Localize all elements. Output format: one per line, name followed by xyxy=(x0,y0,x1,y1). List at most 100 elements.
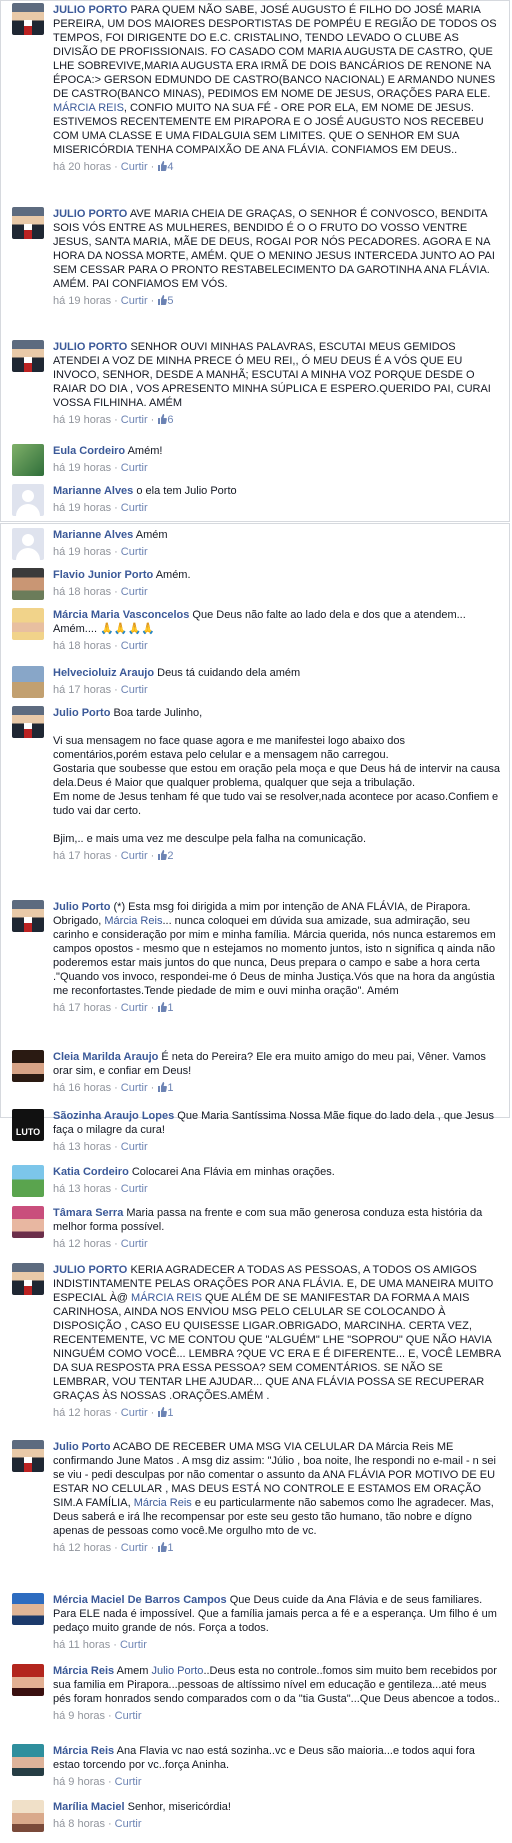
mention-link[interactable]: Julio Porto xyxy=(151,1665,203,1677)
like-button[interactable]: Curtir xyxy=(121,1183,148,1195)
comment-meta: há 12 horas · Curtir xyxy=(53,1238,148,1250)
comment-time[interactable]: há 19 horas xyxy=(53,546,111,558)
comment-author[interactable]: Katia Cordeiro xyxy=(53,1166,129,1178)
like-count[interactable]: 1 xyxy=(157,1002,173,1014)
comment-time[interactable]: há 19 horas xyxy=(53,502,111,514)
like-button[interactable]: Curtir xyxy=(121,1082,148,1094)
like-button[interactable]: Curtir xyxy=(115,1776,142,1788)
like-button[interactable]: Curtir xyxy=(121,502,148,514)
like-button[interactable]: Curtir xyxy=(115,1710,142,1722)
comment-author[interactable]: Julio Porto xyxy=(53,4,127,16)
like-button[interactable]: Curtir xyxy=(121,295,148,307)
comment-time[interactable]: há 19 horas xyxy=(53,414,111,426)
comment-author[interactable]: Marianne Alves xyxy=(53,485,133,497)
comment-author[interactable]: Márcia Reis xyxy=(53,1665,114,1677)
avatar[interactable] xyxy=(12,1593,44,1625)
comment-author[interactable]: Julio Porto xyxy=(53,707,110,719)
like-count[interactable]: 2 xyxy=(157,850,173,862)
like-count[interactable]: 4 xyxy=(157,161,173,173)
comment-author[interactable]: Julio Porto xyxy=(53,901,110,913)
avatar[interactable] xyxy=(12,900,44,932)
like-button[interactable]: Curtir xyxy=(121,161,148,173)
comment-time[interactable]: há 18 horas xyxy=(53,586,111,598)
comment-time[interactable]: há 16 horas xyxy=(53,1082,111,1094)
comment-time[interactable]: há 11 horas xyxy=(53,1639,110,1651)
comment-author[interactable]: Márcia Maria Vasconcelos xyxy=(53,609,189,621)
like-button[interactable]: Curtir xyxy=(121,1238,148,1250)
comment-author[interactable]: Tâmara Serra xyxy=(53,1207,123,1219)
like-button[interactable]: Curtir xyxy=(121,586,148,598)
avatar[interactable] xyxy=(12,1206,44,1238)
mention-link[interactable]: Márcia Reis xyxy=(131,1292,202,1304)
avatar[interactable] xyxy=(12,444,44,476)
comment-time[interactable]: há 17 horas xyxy=(53,1002,111,1014)
comment-time[interactable]: há 19 horas xyxy=(53,462,111,474)
comment-time[interactable]: há 12 horas xyxy=(53,1407,111,1419)
like-button[interactable]: Curtir xyxy=(121,1141,148,1153)
avatar[interactable] xyxy=(12,528,44,560)
comment-time[interactable]: há 20 horas xyxy=(53,161,111,173)
like-count[interactable]: 1 xyxy=(157,1407,173,1419)
avatar[interactable] xyxy=(12,1800,44,1832)
like-button[interactable]: Curtir xyxy=(120,1639,147,1651)
avatar[interactable] xyxy=(12,1263,44,1295)
like-count[interactable]: 1 xyxy=(157,1082,173,1094)
like-count[interactable]: 6 xyxy=(157,414,173,426)
avatar[interactable] xyxy=(12,1165,44,1197)
mention-link[interactable]: Márcia Reis xyxy=(134,1497,192,1509)
comment-author[interactable]: Cleia Marilda Araujo xyxy=(53,1051,158,1063)
comment-author[interactable]: Eula Cordeiro xyxy=(53,445,125,457)
avatar[interactable] xyxy=(12,1440,44,1472)
like-button[interactable]: Curtir xyxy=(121,850,148,862)
comment-author[interactable]: Marianne Alves xyxy=(53,529,133,541)
comment-author[interactable]: Marília Maciel xyxy=(53,1801,125,1813)
avatar[interactable] xyxy=(12,1664,44,1696)
comment: Mércia Maciel De Barros Campos Que Deus … xyxy=(8,1593,502,1652)
like-button[interactable]: Curtir xyxy=(121,640,148,652)
comment-time[interactable]: há 17 horas xyxy=(53,684,111,696)
comment-time[interactable]: há 9 horas xyxy=(53,1776,105,1788)
avatar[interactable] xyxy=(12,608,44,640)
comment-author[interactable]: Flavio Junior Porto xyxy=(53,569,153,581)
mention-link[interactable]: Márcia Reis xyxy=(104,915,162,927)
comment-time[interactable]: há 13 horas xyxy=(53,1183,111,1195)
comment-time[interactable]: há 12 horas xyxy=(53,1542,111,1554)
like-button[interactable]: Curtir xyxy=(121,546,148,558)
comment-time[interactable]: há 12 horas xyxy=(53,1238,111,1250)
like-button[interactable]: Curtir xyxy=(121,1407,148,1419)
comment-author[interactable]: Helvecioluiz Araujo xyxy=(53,667,154,679)
avatar[interactable] xyxy=(12,207,44,239)
comment-author[interactable]: Mércia Maciel De Barros Campos xyxy=(53,1594,227,1606)
like-button[interactable]: Curtir xyxy=(121,462,148,474)
like-button[interactable]: Curtir xyxy=(121,684,148,696)
thumbs-up-icon xyxy=(157,850,168,860)
comment-author[interactable]: Julio Porto xyxy=(53,341,127,353)
like-button[interactable]: Curtir xyxy=(121,1002,148,1014)
comment-time[interactable]: há 8 horas xyxy=(53,1818,105,1830)
avatar[interactable] xyxy=(12,568,44,600)
avatar[interactable] xyxy=(12,340,44,372)
comment-time[interactable]: há 13 horas xyxy=(53,1141,111,1153)
comment-author[interactable]: Julio Porto xyxy=(53,1441,110,1453)
comment-author[interactable]: Julio Porto xyxy=(53,1264,127,1276)
avatar[interactable] xyxy=(12,484,44,516)
mention-link[interactable]: Márcia Reis xyxy=(53,102,124,114)
comment-author[interactable]: Julio Porto xyxy=(53,208,127,220)
comment-author[interactable]: Sãozinha Araujo Lopes xyxy=(53,1110,174,1122)
avatar[interactable] xyxy=(12,706,44,738)
avatar[interactable] xyxy=(12,3,44,35)
like-button[interactable]: Curtir xyxy=(121,414,148,426)
like-button[interactable]: Curtir xyxy=(121,1542,148,1554)
like-count[interactable]: 5 xyxy=(157,295,173,307)
like-count[interactable]: 1 xyxy=(157,1542,173,1554)
avatar[interactable] xyxy=(12,666,44,698)
comment-author[interactable]: Márcia Reis xyxy=(53,1745,114,1757)
comment-time[interactable]: há 18 horas xyxy=(53,640,111,652)
avatar[interactable] xyxy=(12,1050,44,1082)
comment-time[interactable]: há 9 horas xyxy=(53,1710,105,1722)
comment-time[interactable]: há 17 horas xyxy=(53,850,111,862)
comment-time[interactable]: há 19 horas xyxy=(53,295,111,307)
avatar[interactable]: LUTO xyxy=(12,1109,44,1141)
avatar[interactable] xyxy=(12,1744,44,1776)
like-button[interactable]: Curtir xyxy=(115,1818,142,1830)
